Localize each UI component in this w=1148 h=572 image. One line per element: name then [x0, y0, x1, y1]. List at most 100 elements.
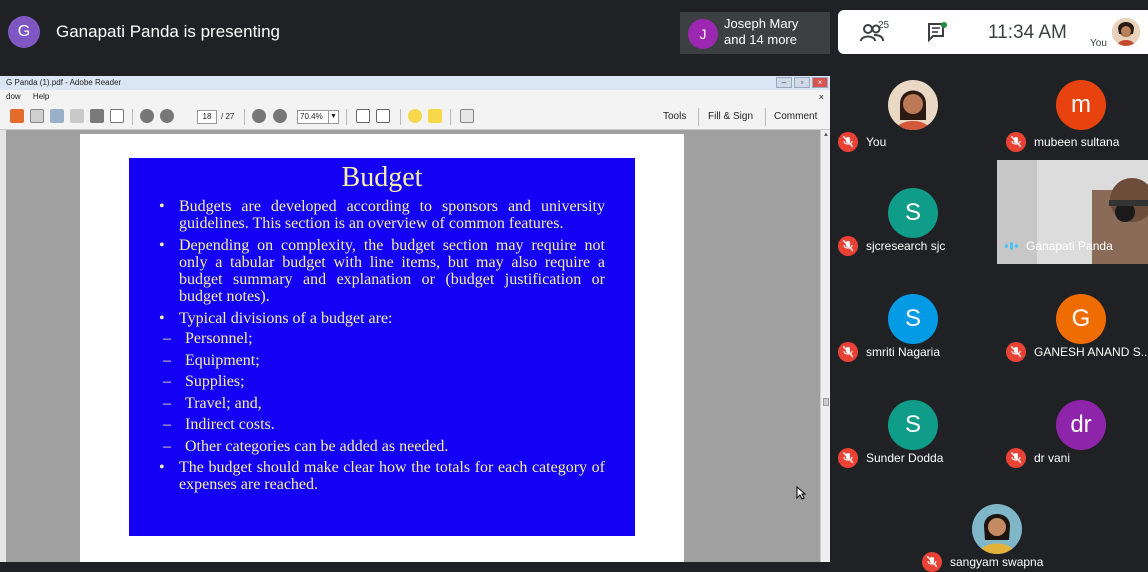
sub-item: Travel; and,: [163, 393, 605, 415]
window-controls: – ▫ ×: [776, 77, 828, 88]
mic-off-icon: [922, 552, 942, 572]
cloud-icon[interactable]: [50, 109, 64, 123]
zoom-select[interactable]: 70.4% ▼: [297, 110, 339, 124]
participant-count: 25: [878, 20, 890, 31]
joiner-name: Joseph Mary: [724, 16, 799, 31]
meet-window: G Ganapati Panda is presenting J Joseph …: [0, 0, 1148, 572]
page-total: / 27: [221, 112, 235, 121]
create-pdf-icon[interactable]: [10, 109, 24, 123]
sub-item: Equipment;: [163, 350, 605, 372]
avatar: [972, 504, 1022, 554]
close-window-button[interactable]: ×: [812, 77, 828, 88]
sub-item: Other categories can be added as needed.: [163, 436, 605, 458]
reader-toolbar: 18 / 27 70.4% ▼ Tools Fill & Sign Commen…: [0, 104, 830, 130]
sub-item: Supplies;: [163, 371, 605, 393]
save-icon[interactable]: [70, 109, 84, 123]
toolbar-separator: [400, 109, 401, 125]
expand-icon[interactable]: [460, 109, 474, 123]
highlight-icon[interactable]: [428, 109, 442, 123]
participant-name-row: smriti Nagaria: [838, 342, 940, 362]
scroll-up-icon[interactable]: ▲: [822, 132, 830, 140]
vertical-scrollbar[interactable]: ▲ ▼: [820, 130, 830, 572]
participant-name-row: sjcresearch sjc: [838, 236, 945, 256]
sub-item: Indirect costs.: [163, 414, 605, 436]
scroll-thumb[interactable]: [823, 398, 829, 406]
toolbar-separator: [450, 109, 451, 125]
participant-name: You: [866, 135, 887, 149]
self-avatar[interactable]: [1112, 18, 1140, 46]
document-close-button[interactable]: ×: [819, 90, 824, 104]
avatar: S: [888, 400, 938, 450]
mic-off-icon: [1006, 342, 1026, 362]
participant-name: sangyam swapna: [950, 555, 1044, 569]
print-icon[interactable]: [90, 109, 104, 123]
zoom-out-icon[interactable]: [252, 109, 266, 123]
participant-tile[interactable]: sangyam swapna: [914, 478, 1080, 572]
mic-off-icon: [838, 342, 858, 362]
avatar: dr: [1056, 400, 1106, 450]
participant-tile[interactable]: S sjcresearch sjc: [830, 162, 990, 266]
participant-tile[interactable]: S smriti Nagaria: [830, 268, 990, 372]
comment-icon[interactable]: [408, 109, 422, 123]
menu-window[interactable]: dow: [6, 92, 21, 101]
avatar: S: [888, 294, 938, 344]
avatar: [888, 80, 938, 130]
participant-name: GANESH ANAND S..: [1034, 345, 1148, 359]
window-title-text: G Panda (1).pdf - Adobe Reader: [6, 78, 122, 87]
minimize-button[interactable]: –: [776, 77, 792, 88]
fit-page-icon[interactable]: [376, 109, 390, 123]
presenting-bar: G Ganapati Panda is presenting J Joseph …: [0, 0, 830, 76]
joiner-more: and 14 more: [724, 32, 797, 47]
chevron-down-icon[interactable]: ▼: [328, 111, 338, 123]
joiner-text: Joseph Mary and 14 more: [724, 16, 798, 48]
page-number-input[interactable]: 18: [197, 110, 217, 124]
avatar: G: [1056, 294, 1106, 344]
presenter-avatar: G: [8, 16, 40, 48]
participant-tile[interactable]: m mubeen sultana: [998, 56, 1148, 160]
menu-bar: dow Help ×: [0, 90, 830, 104]
participant-name-row: You: [838, 132, 886, 152]
sub-item: Personnel;: [163, 328, 605, 350]
avatar: S: [888, 188, 938, 238]
participant-name-row: Sunder Dodda: [838, 448, 943, 468]
meeting-info-bar: 25 11:34 AM You: [838, 10, 1148, 54]
presenting-label: Ganapati Panda is presenting: [56, 22, 280, 41]
comment-button[interactable]: Comment: [774, 111, 817, 122]
next-page-icon[interactable]: [160, 109, 174, 123]
toolbar-separator: [765, 108, 766, 126]
previous-page-icon[interactable]: [140, 109, 154, 123]
participant-name-row: sangyam swapna: [922, 552, 1043, 572]
pdf-page: Budget Budgets are developed according t…: [80, 134, 684, 562]
mic-off-icon: [838, 236, 858, 256]
edit-icon[interactable]: [30, 109, 44, 123]
restore-button[interactable]: ▫: [794, 77, 810, 88]
menu-help[interactable]: Help: [33, 92, 49, 101]
participant-name: mubeen sultana: [1034, 135, 1120, 149]
participant-name: smriti Nagaria: [866, 345, 941, 359]
mouse-cursor-icon: [796, 486, 806, 500]
mic-off-icon: [838, 132, 858, 152]
mic-off-icon: [1006, 132, 1026, 152]
participant-tile[interactable]: S Sunder Dodda: [830, 374, 990, 478]
fill-sign-button[interactable]: Fill & Sign: [708, 111, 753, 122]
participant-name-row: GANESH ANAND S..: [1006, 342, 1147, 362]
bullet-item: Depending on complexity, the budget sect…: [159, 237, 605, 305]
speaking-indicator-icon: [1005, 242, 1018, 250]
fit-width-icon[interactable]: [356, 109, 370, 123]
email-icon[interactable]: [110, 109, 124, 123]
mic-off-icon: [1006, 448, 1026, 468]
avatar: m: [1056, 80, 1106, 130]
chat-icon[interactable]: [926, 21, 948, 43]
toolbar-separator: [244, 109, 245, 125]
slide: Budget Budgets are developed according t…: [129, 158, 635, 536]
joined-notification[interactable]: J Joseph Mary and 14 more: [680, 12, 830, 54]
participant-tile[interactable]: You: [830, 56, 990, 160]
participant-name-row: dr vani: [1006, 448, 1070, 468]
participant-video-tile[interactable]: Ganapati Panda: [997, 160, 1148, 264]
participant-tile[interactable]: dr dr vani: [998, 374, 1148, 478]
participant-tile[interactable]: G GANESH ANAND S..: [998, 268, 1148, 372]
window-title: G Panda (1).pdf - Adobe Reader – ▫ ×: [0, 76, 830, 90]
zoom-in-icon[interactable]: [273, 109, 287, 123]
slide-bullets: Budgets are developed according to spons…: [159, 198, 605, 498]
tools-button[interactable]: Tools: [663, 111, 686, 122]
